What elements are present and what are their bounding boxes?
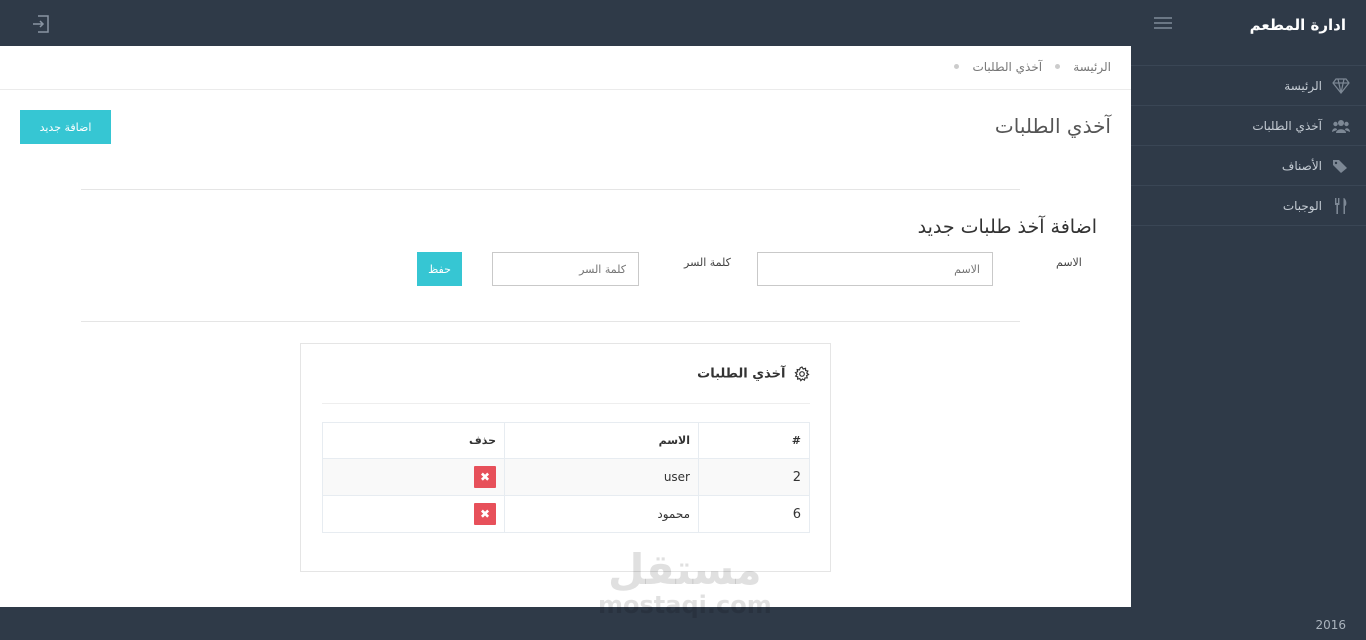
table-header-row: # الاسم حذف [322, 422, 810, 459]
sidebar-item-label: آخذي الطلبات [1252, 119, 1322, 133]
footer-year: 2016 [1315, 618, 1346, 632]
hamburger-icon[interactable] [1154, 17, 1172, 29]
column-header-delete: حذف [322, 422, 505, 459]
top-header: ادارة المطعم [0, 0, 1366, 46]
page-title: آخذي الطلبات [994, 114, 1111, 138]
diamond-icon [1332, 78, 1350, 94]
breadcrumb-home[interactable]: الرئيسة [1073, 60, 1111, 74]
column-header-name: الاسم [504, 422, 699, 459]
form-title: اضافة آخذ طلبات جديد [917, 216, 1097, 238]
sidebar-item-label: الرئيسة [1284, 79, 1322, 93]
tags-icon [1332, 158, 1350, 174]
sidebar-item-meals[interactable]: الوجبات [1131, 186, 1366, 226]
sidebar-spacer [1131, 46, 1366, 66]
cell-delete: ✖ [322, 458, 505, 496]
gear-icon [794, 366, 810, 382]
breadcrumb: الرئيسة آخذي الطلبات [0, 46, 1131, 90]
watermark: مستقل mostaqi.com [598, 545, 772, 619]
table-row: 6 محمود ✖ [322, 495, 810, 533]
sidebar-item-label: الوجبات [1282, 199, 1322, 213]
name-label: الاسم [1056, 256, 1082, 269]
cell-id: 6 [698, 495, 810, 533]
divider [81, 189, 1020, 190]
sidebar-item-order-takers[interactable]: آخذي الطلبات [1131, 106, 1366, 146]
cell-id: 2 [698, 458, 810, 496]
add-new-button[interactable]: اضافة جديد [20, 110, 111, 144]
cell-delete: ✖ [322, 495, 505, 533]
order-takers-panel: آخذي الطلبات # الاسم حذف 2 user ✖ 6 محمو… [300, 343, 831, 572]
delete-button[interactable]: ✖ [474, 466, 496, 488]
password-input[interactable] [492, 252, 639, 286]
save-button[interactable]: حفظ [417, 252, 462, 286]
app-brand[interactable]: ادارة المطعم [1250, 0, 1346, 46]
column-header-id: # [698, 422, 810, 459]
watermark-url: mostaqi.com [598, 591, 772, 619]
watermark-arabic: مستقل [608, 545, 762, 594]
sidebar-item-categories[interactable]: الأصناف [1131, 146, 1366, 186]
main-content: الرئيسة آخذي الطلبات آخذي الطلبات اضافة … [0, 46, 1131, 607]
panel-title-text: آخذي الطلبات [697, 366, 786, 382]
password-label: كلمة السر [684, 256, 731, 269]
panel-title: آخذي الطلبات [697, 366, 810, 382]
order-takers-table: # الاسم حذف 2 user ✖ 6 محمود ✖ [322, 422, 810, 533]
breadcrumb-separator [1055, 64, 1061, 69]
sidebar-item-home[interactable]: الرئيسة [1131, 66, 1366, 106]
cell-name: user [504, 458, 699, 496]
cell-name: محمود [504, 495, 699, 533]
divider [81, 321, 1020, 322]
breadcrumb-current: آخذي الطلبات [972, 60, 1043, 74]
users-icon [1332, 118, 1350, 134]
sidebar: الرئيسة آخذي الطلبات الأصناف الوجبات 201… [1131, 46, 1366, 640]
delete-button[interactable]: ✖ [474, 503, 496, 525]
name-input[interactable] [757, 252, 993, 286]
sidebar-item-label: الأصناف [1281, 159, 1322, 173]
logout-icon[interactable] [30, 13, 52, 35]
table-row: 2 user ✖ [322, 458, 810, 496]
breadcrumb-separator [954, 64, 960, 69]
divider [322, 403, 810, 404]
cutlery-icon [1332, 198, 1350, 214]
